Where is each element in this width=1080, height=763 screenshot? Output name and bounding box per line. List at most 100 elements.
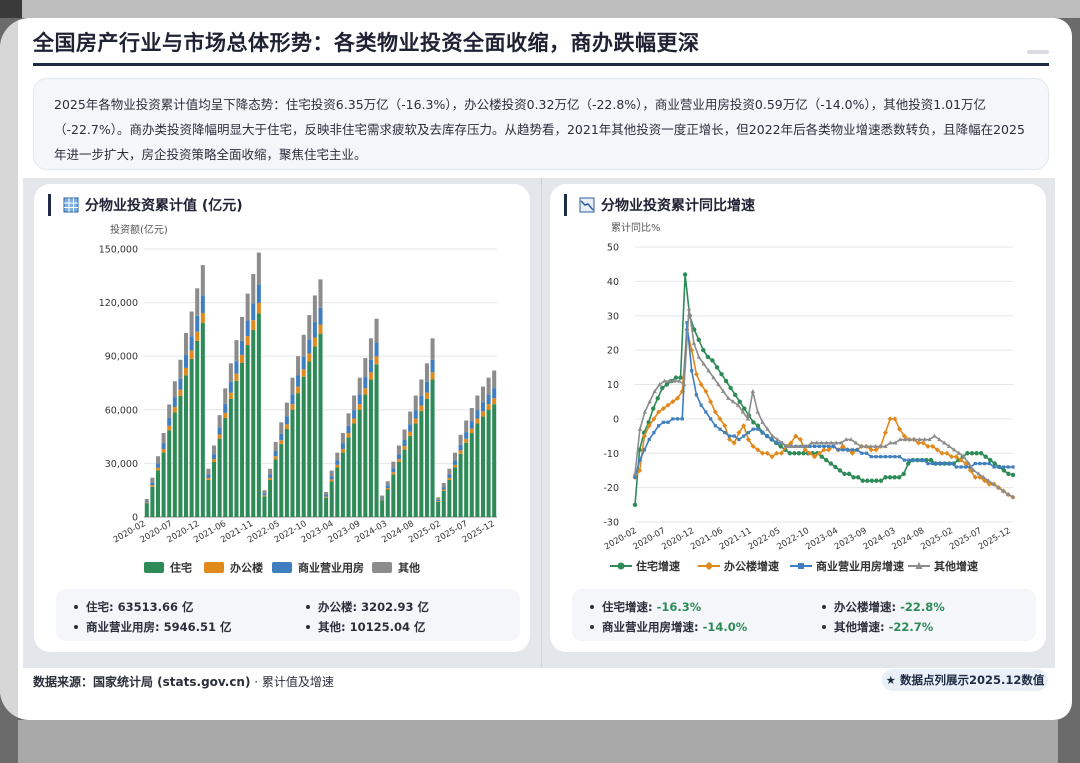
bar-segment-other bbox=[284, 402, 289, 417]
data-point bbox=[750, 388, 756, 393]
bar-segment-residential bbox=[363, 394, 368, 517]
data-point bbox=[737, 437, 741, 442]
data-point bbox=[719, 371, 724, 377]
data-point bbox=[647, 437, 651, 442]
data-point bbox=[1006, 471, 1011, 477]
bar-segment-residential bbox=[441, 490, 446, 517]
data-point bbox=[841, 448, 845, 452]
bar-segment-commercial bbox=[480, 402, 486, 412]
bar-segment-office bbox=[335, 464, 340, 468]
data-point bbox=[988, 457, 993, 463]
bar-segment-commercial bbox=[413, 410, 418, 419]
bar-segment-other bbox=[296, 356, 301, 376]
data-point bbox=[696, 354, 702, 359]
bar-segment-commercial bbox=[368, 359, 373, 373]
bar-segment-other bbox=[167, 404, 172, 418]
bar-segment-office bbox=[228, 392, 233, 399]
data-point bbox=[787, 451, 793, 456]
bar-segment-residential bbox=[284, 428, 289, 517]
data-point bbox=[675, 417, 680, 421]
stat-label: 办公楼增速: bbox=[834, 600, 897, 614]
legend-label: 商业营业用房增速 bbox=[816, 559, 904, 573]
data-point bbox=[714, 365, 720, 370]
bar-segment-other bbox=[251, 274, 256, 304]
bar-segment-residential bbox=[475, 423, 480, 517]
bar-segment-other bbox=[486, 377, 491, 395]
bar-segment-residential bbox=[273, 459, 278, 517]
bar-segment-residential bbox=[452, 467, 457, 517]
bar-segment-office bbox=[234, 373, 239, 381]
bar-segment-residential bbox=[155, 470, 161, 517]
bar-segment-office bbox=[391, 472, 396, 475]
stat-other: 其他: 10125.04 亿 bbox=[306, 619, 426, 635]
data-point bbox=[691, 340, 697, 345]
bar-segment-office bbox=[419, 405, 424, 412]
growth-line-chart: 累计同比%-30-20-10010203040502020-022020-072… bbox=[603, 221, 1016, 573]
bar-segment-residential bbox=[206, 479, 211, 517]
data-point bbox=[751, 427, 755, 431]
bar-segment-residential bbox=[262, 496, 267, 517]
stat-label: 商业营业用房: bbox=[86, 620, 160, 634]
data-point bbox=[901, 471, 906, 477]
stat-label: 商业营业用房增速: bbox=[602, 620, 699, 634]
legend-label: 其他 bbox=[398, 561, 420, 575]
footer-note: 累计值及增速 bbox=[261, 675, 334, 689]
bar-segment-commercial bbox=[245, 320, 250, 337]
bar-segment-residential bbox=[256, 313, 261, 517]
bar-segment-residential bbox=[430, 379, 435, 517]
title-underline bbox=[33, 63, 1049, 66]
bar-segment-office bbox=[430, 372, 435, 380]
data-point bbox=[661, 420, 665, 424]
bar-segment-other bbox=[352, 395, 357, 411]
stat-office: 办公楼: 3202.93 亿 bbox=[306, 599, 429, 615]
data-point bbox=[883, 475, 888, 480]
bar-segment-office bbox=[346, 433, 351, 438]
bar-segment-other bbox=[436, 497, 441, 500]
bar-segment-commercial bbox=[184, 355, 189, 368]
bar-segment-residential bbox=[419, 411, 424, 517]
bar-segment-office bbox=[150, 485, 155, 487]
bar-segment-residential bbox=[408, 435, 413, 517]
bar-segment-other bbox=[228, 363, 233, 382]
bullet bbox=[306, 605, 310, 609]
data-point bbox=[837, 468, 843, 473]
bar-segment-office bbox=[402, 446, 407, 450]
bar-segment-office bbox=[251, 320, 256, 330]
bar-segment-residential bbox=[368, 379, 373, 517]
bar-segment-commercial bbox=[206, 474, 211, 478]
bar-segment-residential bbox=[447, 479, 452, 517]
bar-segment-office bbox=[424, 392, 429, 399]
data-point bbox=[1010, 472, 1016, 478]
bar-segment-residential bbox=[228, 398, 233, 517]
bar-segment-commercial bbox=[452, 460, 457, 465]
bar-segment-office bbox=[284, 424, 289, 429]
data-point bbox=[699, 403, 703, 407]
data-point bbox=[974, 451, 979, 456]
bar-segment-office bbox=[413, 418, 418, 424]
bar-segment-residential bbox=[144, 503, 149, 517]
window-bottom-bar bbox=[18, 720, 1058, 763]
data-point bbox=[746, 431, 750, 435]
bar-segment-office bbox=[385, 488, 390, 490]
bar-segment-office bbox=[352, 418, 357, 424]
y-tick-label: 150,000 bbox=[99, 245, 138, 256]
data-point bbox=[723, 378, 729, 384]
stat-commercial: 商业营业用房: 5946.51 亿 bbox=[74, 619, 232, 635]
bar-segment-commercial bbox=[296, 375, 301, 387]
data-point bbox=[655, 396, 660, 401]
data-point bbox=[831, 444, 836, 448]
bar-segment-residential bbox=[296, 393, 301, 517]
bar-segment-office bbox=[469, 428, 474, 434]
bar-segment-office bbox=[223, 412, 228, 418]
data-point bbox=[770, 437, 774, 442]
bar-segment-other bbox=[447, 468, 452, 475]
bar-segment-office bbox=[184, 367, 189, 376]
data-point bbox=[882, 430, 888, 436]
data-point bbox=[928, 457, 934, 463]
bar-segment-residential bbox=[436, 501, 441, 517]
y-tick-label: 10 bbox=[607, 380, 619, 391]
bar-segment-office bbox=[256, 302, 261, 314]
data-point bbox=[812, 444, 817, 448]
bar-segment-office bbox=[480, 411, 486, 417]
bar-segment-residential bbox=[150, 486, 155, 517]
